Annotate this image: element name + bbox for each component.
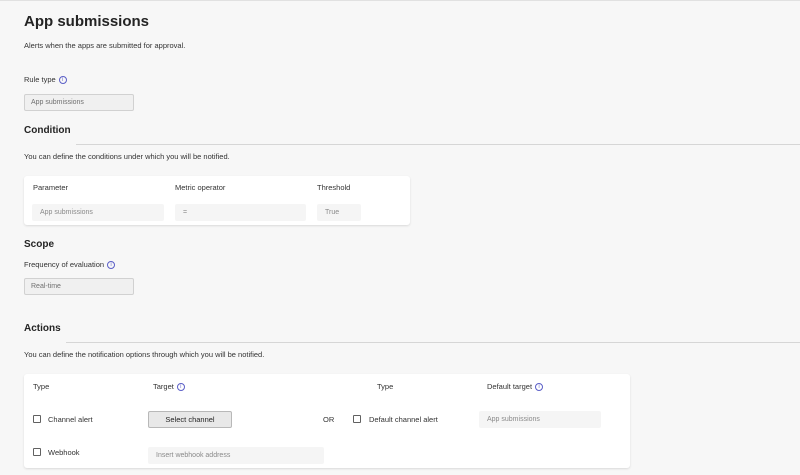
info-icon[interactable]: i: [535, 383, 544, 392]
parameter-field: App submissions: [32, 204, 164, 221]
column-header-default-target: Default target i: [487, 382, 544, 392]
or-separator: OR: [323, 415, 335, 424]
top-divider: [0, 0, 800, 1]
condition-description: You can define the conditions under whic…: [24, 152, 230, 161]
webhook-address-input[interactable]: Insert webhook address: [148, 447, 324, 464]
default-channel-alert-checkbox[interactable]: [353, 415, 361, 423]
actions-divider: [66, 342, 800, 343]
rule-type-label-text: Rule type: [24, 75, 56, 84]
webhook-label: Webhook: [48, 448, 80, 457]
select-channel-button[interactable]: Select channel: [148, 411, 232, 428]
rule-type-field: App submissions: [24, 94, 134, 111]
column-header-type: Type: [33, 382, 50, 391]
condition-heading: Condition: [24, 125, 71, 136]
page-description: Alerts when the apps are submitted for a…: [24, 41, 186, 50]
rule-type-label: Rule type i: [24, 75, 67, 85]
info-icon[interactable]: i: [58, 76, 67, 85]
condition-card: Parameter Metric operator Threshold App …: [24, 176, 410, 225]
column-header-target: Target i: [153, 382, 185, 392]
column-header-metric-operator: Metric operator: [175, 183, 226, 192]
frequency-field: Real-time: [24, 278, 134, 295]
column-header-parameter: Parameter: [33, 183, 69, 192]
actions-card: Type Target i Type Default target i Channe…: [24, 374, 630, 468]
metric-operator-field: =: [175, 204, 306, 221]
info-icon[interactable]: i: [107, 261, 116, 270]
channel-alert-label: Channel alert: [48, 415, 93, 424]
scope-heading: Scope: [24, 239, 55, 250]
condition-divider: [76, 144, 800, 145]
default-channel-alert-label: Default channel alert: [369, 415, 438, 424]
actions-heading: Actions: [24, 323, 61, 334]
column-header-target-text: Target: [153, 382, 174, 391]
frequency-label: Frequency of evaluation i: [24, 260, 116, 270]
info-icon[interactable]: i: [176, 383, 185, 392]
column-header-type-2: Type: [377, 382, 394, 391]
column-header-threshold: Threshold: [317, 183, 351, 192]
page-title: App submissions: [24, 13, 150, 30]
actions-description: You can define the notification options …: [24, 350, 265, 359]
threshold-field: True: [317, 204, 361, 221]
webhook-checkbox[interactable]: [33, 448, 41, 456]
column-header-default-target-text: Default target: [487, 382, 533, 391]
default-target-field: App submissions: [479, 411, 601, 428]
channel-alert-checkbox[interactable]: [33, 415, 41, 423]
frequency-label-text: Frequency of evaluation: [24, 260, 105, 269]
